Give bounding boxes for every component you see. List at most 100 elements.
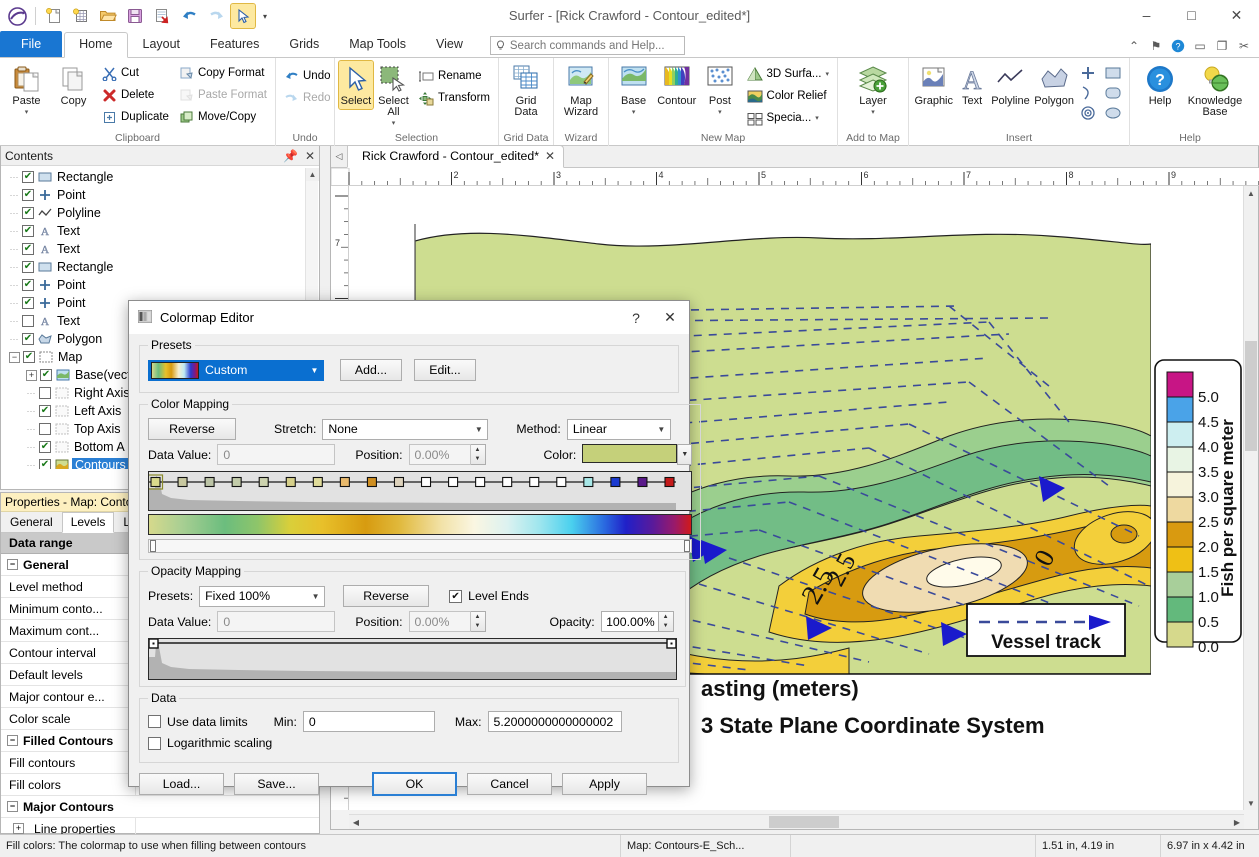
rename-button[interactable]: Rename [414,65,494,87]
tab-layout[interactable]: Layout [128,32,196,57]
window-doc-icon[interactable]: ❐ [1212,37,1232,55]
tab-levels[interactable]: Levels [61,512,115,533]
visibility-checkbox[interactable] [22,261,34,273]
canvas-vertical-scrollbar[interactable]: ▲ ▼ [1243,186,1258,810]
visibility-checkbox[interactable] [39,387,51,399]
plus-icon[interactable] [1077,63,1099,82]
close-doc-icon[interactable]: ✂ [1234,37,1254,55]
opacity-node-strip[interactable] [148,638,677,680]
redo-button[interactable]: Redo [280,87,335,109]
contents-scroll-up-arrow[interactable]: ▲ [306,168,319,181]
colormap-range-slider[interactable] [148,539,693,553]
document-tab[interactable]: Rick Crawford - Contour_edited* ✕ [347,145,565,168]
close-icon[interactable]: ✕ [305,149,315,163]
duplicate-button[interactable]: Duplicate [98,106,173,128]
min-input[interactable]: 0 [302,711,435,732]
contents-item-rectangle[interactable]: ⋯ Rectangle [1,168,319,186]
polygon-button[interactable]: Polygon [1033,61,1075,109]
paste-format-button[interactable]: Paste Format [175,84,271,106]
visibility-checkbox[interactable] [22,243,34,255]
close-button[interactable]: ✕ [1214,0,1259,30]
opacity-spin-down[interactable]: ▼ [659,622,673,632]
range-slider-max-handle[interactable] [684,540,691,552]
grid-data-button[interactable]: Grid Data [503,61,549,120]
om-position-spin-up[interactable]: ▲ [471,612,485,622]
save-icon[interactable] [123,4,147,28]
om-position-input[interactable]: 0.00% [408,611,471,632]
new-plot-icon[interactable] [42,4,66,28]
undo-button[interactable]: Undo [280,65,335,87]
dialog-close-button[interactable]: ✕ [653,303,687,333]
text-button[interactable]: A Text [957,61,988,109]
undo-icon[interactable] [177,4,201,28]
use-data-limits-checkbox[interactable] [148,715,161,728]
cm-position-spin-down[interactable]: ▼ [471,455,485,465]
paste-dropdown-caret[interactable]: ▾ [25,108,29,116]
contour-map-button[interactable]: Contour [656,61,697,109]
vscroll-up-arrow[interactable]: ▲ [1244,186,1258,200]
search-input[interactable]: Search commands and Help... [489,36,685,55]
surfer-logo-icon[interactable] [5,4,29,28]
layer-button[interactable]: Layer ▾ [849,61,897,118]
visibility-checkbox[interactable] [22,297,34,309]
maximize-button[interactable]: □ [1169,0,1214,30]
row-expander[interactable]: + [13,823,24,834]
tree-expander[interactable]: + [26,369,37,381]
ribbon-collapse-icon[interactable]: ⌃ [1124,37,1144,55]
tree-expander[interactable]: − [9,351,20,363]
visibility-checkbox[interactable] [40,369,52,381]
tab-grids[interactable]: Grids [274,32,334,57]
post-map-dropdown-caret[interactable]: ▾ [718,108,722,116]
canvas-horizontal-scrollbar[interactable]: ◀ ▶ [349,814,1244,829]
post-map-button[interactable]: Post ▾ [699,61,740,118]
visibility-checkbox[interactable] [23,351,35,363]
stretch-select[interactable]: None ▼ [322,418,489,440]
move-copy-button[interactable]: Move/Copy [175,106,271,128]
document-tab-close-icon[interactable]: ✕ [545,149,555,163]
copy-button[interactable]: Copy [51,61,96,109]
visibility-checkbox[interactable] [39,405,51,417]
layer-dropdown-caret[interactable]: ▾ [871,108,875,116]
delete-button[interactable]: Delete [98,84,173,106]
apply-button[interactable]: Apply [562,773,647,795]
contents-item-text[interactable]: ⋯ A Text [1,240,319,258]
visibility-checkbox[interactable] [22,225,34,237]
export-icon[interactable] [150,4,174,28]
redo-icon[interactable] [204,4,228,28]
om-data-value-input[interactable]: 0 [217,611,336,632]
knowledge-base-button[interactable]: Knowledge Base [1186,61,1244,120]
copy-format-button[interactable]: Copy Format [175,62,271,84]
help-icon[interactable]: ? [1168,37,1188,55]
spline-icon[interactable] [1077,83,1099,102]
contents-item-point[interactable]: ⋯ Point [1,186,319,204]
cm-position-spin-up[interactable]: ▲ [471,445,485,455]
restore-doc-icon[interactable]: ▭ [1190,37,1210,55]
help-button[interactable]: ? Help [1136,61,1184,109]
visibility-checkbox[interactable] [39,441,51,453]
color-relief-button[interactable]: Color Relief [743,85,833,107]
vscroll-down-arrow[interactable]: ▼ [1244,796,1258,810]
om-presets-select[interactable]: Fixed 100% ▼ [199,585,326,607]
prev-tab-arrow[interactable]: ◁ [331,145,347,167]
visibility-checkbox[interactable] [22,189,34,201]
customize-qat-icon[interactable]: ▾ [258,4,272,28]
contents-item-polyline[interactable]: ⋯ Polyline [1,204,319,222]
contents-item-point[interactable]: ⋯ Point [1,276,319,294]
vscroll-thumb[interactable] [1245,341,1257,451]
level-ends-checkbox[interactable] [449,589,463,603]
preset-select[interactable]: Custom ▼ [148,359,324,381]
preset-dropdown-arrow[interactable]: ▼ [306,361,323,380]
tab-home[interactable]: Home [64,32,128,58]
visibility-checkbox[interactable] [22,279,34,291]
visibility-checkbox[interactable] [22,171,34,183]
cm-color-swatch[interactable] [582,444,678,463]
om-position-spin-down[interactable]: ▼ [471,622,485,632]
method-select[interactable]: Linear ▼ [566,418,671,440]
tab-general[interactable]: General [1,512,62,532]
tab-map-tools[interactable]: Map Tools [334,32,421,57]
section-expander[interactable]: − [7,735,18,746]
dialog-help-button[interactable]: ? [619,303,653,333]
open-icon[interactable] [96,4,120,28]
logarithmic-scaling-checkbox[interactable] [148,736,161,750]
hscroll-right-arrow[interactable]: ▶ [1230,815,1244,829]
